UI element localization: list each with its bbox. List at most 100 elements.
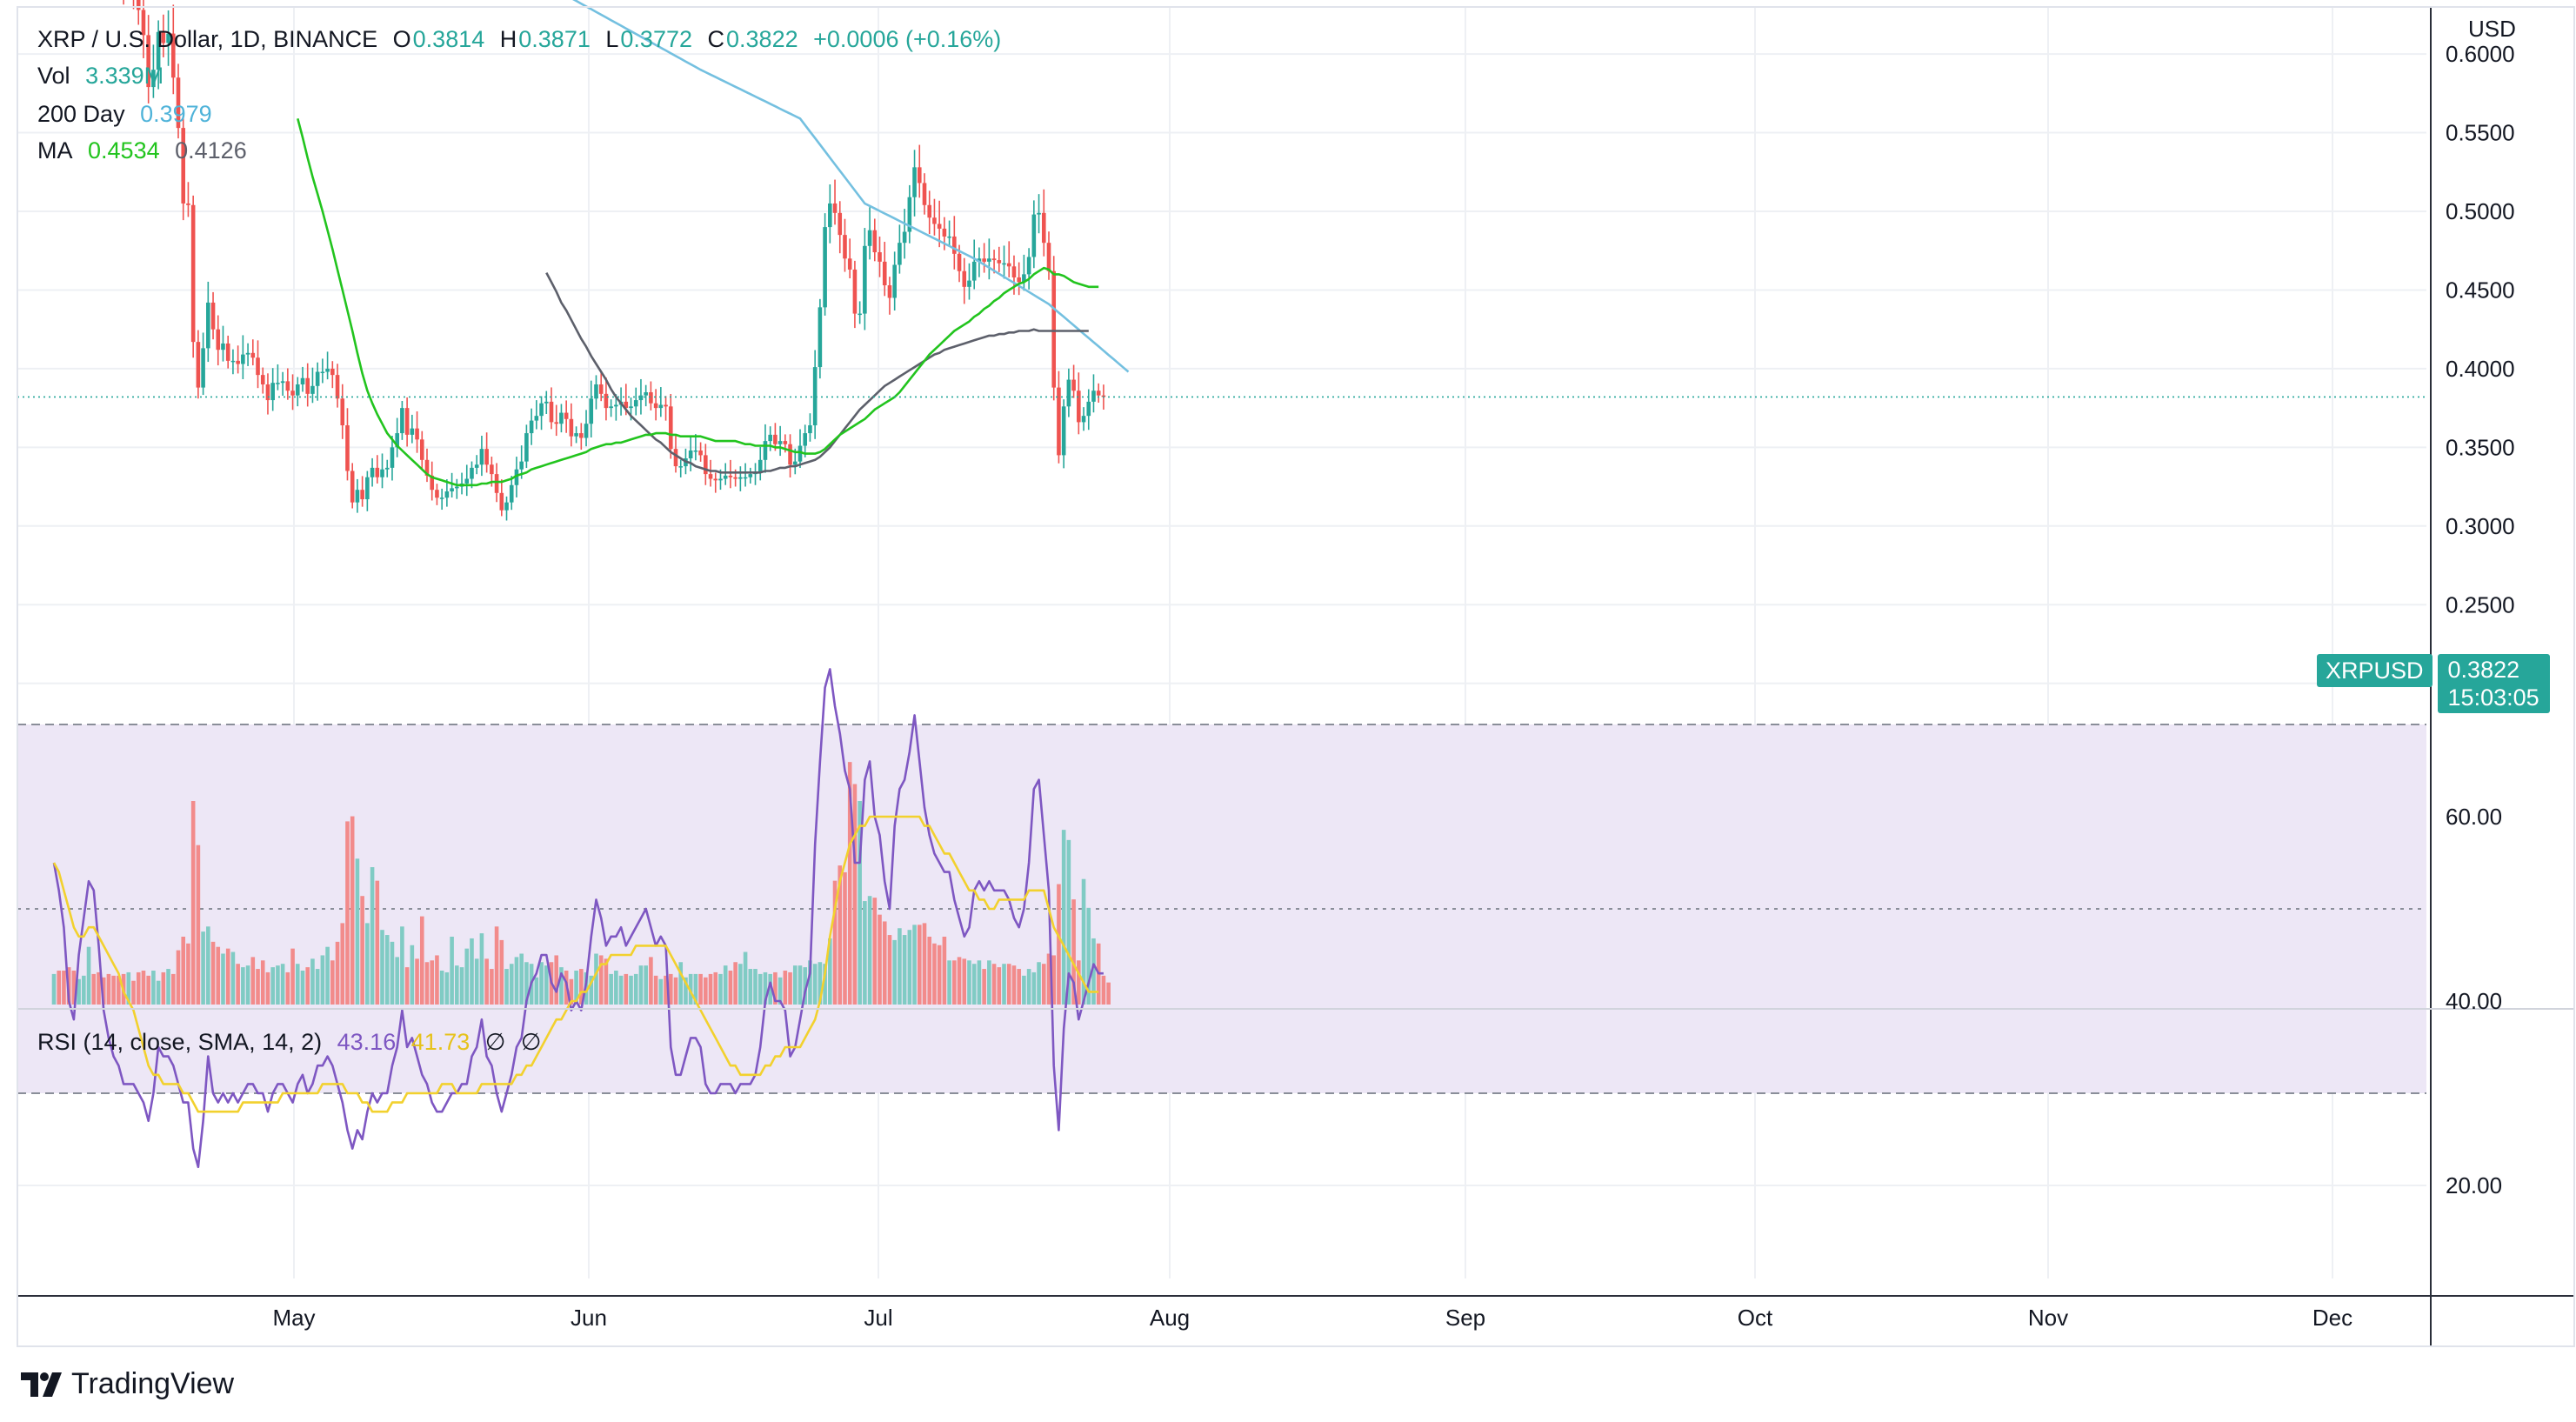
volume-bar bbox=[345, 821, 350, 1005]
candle-body bbox=[1031, 214, 1037, 257]
candle-body bbox=[579, 433, 584, 438]
volume-bar bbox=[82, 975, 86, 1005]
candle-body bbox=[852, 269, 858, 314]
moving-averages bbox=[17, 0, 2426, 487]
volume-bar bbox=[932, 943, 937, 1005]
candle-body bbox=[260, 375, 265, 384]
volume-bar bbox=[644, 965, 648, 1005]
volume-bar bbox=[106, 973, 111, 1005]
candle-body bbox=[206, 302, 210, 349]
volume-bar bbox=[1061, 830, 1066, 1005]
volume-bar bbox=[539, 962, 544, 1005]
volume-bar bbox=[62, 971, 66, 1005]
volume-bar bbox=[370, 867, 375, 1005]
volume-legend[interactable]: Vol 3.339M bbox=[37, 63, 172, 90]
volume-bar bbox=[201, 931, 205, 1005]
volume-bar bbox=[927, 937, 932, 1005]
trading-chart[interactable]: 0.75000.70000.65000.60000.55000.50000.45… bbox=[0, 0, 2576, 1422]
volume-bar bbox=[598, 955, 604, 1005]
candle-body bbox=[967, 280, 971, 287]
candle-body bbox=[370, 467, 375, 477]
volume-bar bbox=[285, 971, 290, 1005]
candle-body bbox=[529, 420, 534, 434]
candle-body bbox=[464, 478, 470, 484]
candle-body bbox=[519, 461, 524, 470]
rsi-legend[interactable]: RSI (14, close, SMA, 14, 2) 43.16 41.73 … bbox=[37, 1029, 550, 1056]
volume-bar bbox=[534, 977, 539, 1005]
rsi-axis[interactable]: 60.00 40.00 20.00 bbox=[2446, 804, 2502, 1198]
volume-bar bbox=[614, 971, 618, 1005]
volume-bar bbox=[797, 965, 803, 1005]
close-value: 0.3822 bbox=[726, 26, 798, 52]
volume-bar bbox=[225, 948, 230, 1005]
candle-body bbox=[783, 441, 788, 444]
ma200-legend[interactable]: 200 Day 0.3979 bbox=[37, 101, 221, 128]
price-tag-box: 0.3822 15:03:05 bbox=[2437, 654, 2550, 713]
volume-bar bbox=[375, 880, 380, 1005]
candle-body bbox=[276, 383, 280, 384]
volume-bar bbox=[484, 958, 489, 1005]
volume-bar bbox=[424, 962, 430, 1005]
candle-body bbox=[444, 491, 450, 498]
price-axis[interactable]: 0.75000.70000.65000.60000.55000.50000.45… bbox=[2446, 0, 2515, 697]
volume-bar bbox=[216, 946, 221, 1005]
price-tag-countdown: 15:03:05 bbox=[2447, 684, 2539, 711]
candle-body bbox=[708, 474, 713, 479]
rsi-sma-value: 41.73 bbox=[410, 1029, 470, 1055]
candle-body bbox=[554, 422, 559, 424]
candle-body bbox=[305, 377, 310, 394]
candle-body bbox=[290, 391, 295, 396]
ma-legend[interactable]: MA 0.4534 0.4126 bbox=[37, 137, 256, 164]
volume-bar bbox=[554, 955, 559, 1005]
volume-bar bbox=[300, 971, 305, 1005]
volume-bar bbox=[728, 971, 733, 1005]
price-tick-label: 0.3500 bbox=[2446, 434, 2515, 460]
volume-bar bbox=[355, 858, 360, 1005]
candle-body bbox=[419, 439, 424, 460]
tradingview-logo[interactable]: TradingView bbox=[21, 1367, 234, 1401]
candle-body bbox=[823, 227, 827, 308]
candle-body bbox=[858, 313, 862, 316]
ma200-label: 200 Day bbox=[37, 101, 125, 127]
volume-bar bbox=[609, 973, 613, 1005]
candle-body bbox=[295, 384, 300, 396]
candle-body bbox=[196, 342, 201, 388]
candle-body bbox=[653, 403, 658, 409]
time-tick-label: Nov bbox=[2028, 1305, 2068, 1331]
price-tick-label: 0.4500 bbox=[2446, 277, 2515, 303]
volume-bar bbox=[439, 971, 444, 1005]
volume-bar bbox=[1022, 975, 1026, 1005]
volume-bar bbox=[390, 941, 395, 1005]
candle-body bbox=[221, 343, 225, 350]
volume-bar bbox=[265, 971, 270, 1005]
volume-bar bbox=[991, 964, 997, 1005]
time-tick-label: Aug bbox=[1150, 1305, 1190, 1331]
symbol-title[interactable]: XRP / U.S. Dollar, 1D, BINANCE bbox=[37, 26, 377, 52]
candle-body bbox=[210, 302, 216, 330]
time-axis[interactable]: May Jun Jul Aug Sep Oct Nov Dec bbox=[272, 1305, 2352, 1331]
candle-body bbox=[723, 475, 728, 479]
candle-body bbox=[678, 466, 684, 468]
candle-body bbox=[947, 236, 951, 238]
candle-body bbox=[439, 497, 444, 499]
chart-frame bbox=[17, 6, 2575, 1347]
volume-bar bbox=[360, 896, 364, 1005]
volume-bar bbox=[743, 951, 748, 1005]
candle-body bbox=[704, 455, 708, 475]
candle-body bbox=[882, 261, 887, 286]
candle-body bbox=[490, 464, 494, 475]
volume-bar bbox=[290, 948, 295, 1005]
candle-body bbox=[1002, 263, 1006, 265]
symbol-legend[interactable]: XRP / U.S. Dollar, 1D, BINANCE O0.3814 H… bbox=[37, 26, 1010, 53]
candle-body bbox=[1066, 379, 1071, 407]
volume-bar bbox=[186, 943, 190, 1005]
candle-body bbox=[957, 253, 962, 271]
volume-bar bbox=[1011, 965, 1017, 1005]
volume-bar bbox=[878, 914, 882, 1005]
candle-body bbox=[504, 502, 509, 511]
volume-bar bbox=[967, 960, 971, 1005]
candle-body bbox=[927, 204, 932, 218]
candle-body bbox=[201, 348, 205, 388]
candle-body bbox=[390, 447, 395, 468]
candle-body bbox=[898, 243, 902, 265]
